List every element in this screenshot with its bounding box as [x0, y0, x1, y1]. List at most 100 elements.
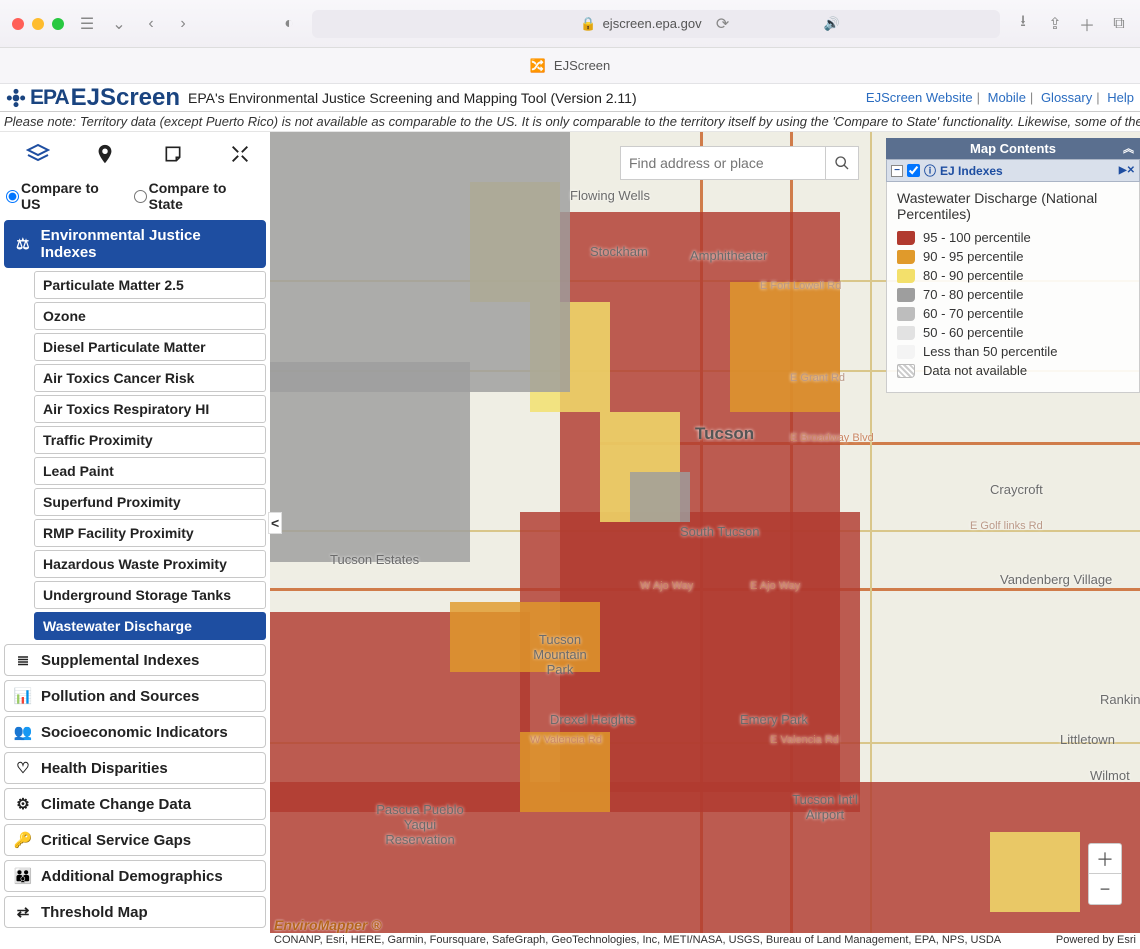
app-header: EPA EJScreen EPA's Environmental Justice… [0, 84, 1140, 112]
search-button[interactable] [825, 146, 859, 180]
group-icon: 👥 [13, 723, 33, 741]
window-controls[interactable] [12, 18, 64, 30]
ej-sub-traffic-proximity[interactable]: Traffic Proximity [34, 426, 266, 454]
legend-label: 50 - 60 percentile [923, 325, 1023, 340]
epa-logo: EPA [6, 86, 69, 110]
ej-sub-rmp-facility-proximity[interactable]: RMP Facility Proximity [34, 519, 266, 547]
legend-layer-row[interactable]: − ⓘ EJ Indexes ▶✕ [886, 159, 1140, 182]
ej-sub-superfund-proximity[interactable]: Superfund Proximity [34, 488, 266, 516]
map-contents-header[interactable]: Map Contents ︽ [886, 138, 1140, 159]
legend-row: Data not available [897, 363, 1129, 378]
legend-row: 50 - 60 percentile [897, 325, 1129, 340]
group-socioeconomic-indicators[interactable]: 👥Socioeconomic Indicators [4, 716, 266, 748]
group-additional-demographics[interactable]: 👪Additional Demographics [4, 860, 266, 892]
info-icon[interactable]: ⓘ [924, 162, 936, 179]
ej-sub-hazardous-waste-proximity[interactable]: Hazardous Waste Proximity [34, 550, 266, 578]
compare-state-radio[interactable]: Compare to State [134, 180, 264, 212]
legend-row: 90 - 95 percentile [897, 249, 1129, 264]
link-website[interactable]: EJScreen Website [866, 90, 973, 105]
group-threshold-map[interactable]: ⇄Threshold Map [4, 896, 266, 928]
legend-row: 60 - 70 percentile [897, 306, 1129, 321]
tools-icon[interactable] [225, 139, 255, 169]
ej-sub-air-toxics-respiratory-hi[interactable]: Air Toxics Respiratory HI [34, 395, 266, 423]
group-supplemental-indexes[interactable]: ≣Supplemental Indexes [4, 644, 266, 676]
new-tab-icon[interactable]: ＋ [1078, 15, 1096, 33]
sidebar-toggle-icon[interactable]: ☰ [78, 15, 96, 33]
sidebar-toolbar [4, 132, 274, 176]
map-canvas[interactable]: Tucson South Tucson Flowing Wells Stockh… [270, 132, 1140, 949]
map-search [620, 146, 859, 180]
url-text: ejscreen.epa.gov [603, 16, 702, 31]
group-icon: ♡ [13, 759, 33, 777]
legend-label: 90 - 95 percentile [923, 249, 1023, 264]
minimize-window-icon[interactable] [32, 18, 44, 30]
legend-label: 70 - 80 percentile [923, 287, 1023, 302]
search-input[interactable] [620, 146, 825, 180]
url-bar[interactable]: 🔒 ejscreen.epa.gov 🔊 ⟳ [312, 10, 1000, 38]
scales-icon: ⚖ [13, 235, 33, 253]
lock-icon: 🔒 [580, 16, 596, 32]
minus-icon[interactable]: − [891, 165, 903, 177]
legend-swatch [897, 269, 915, 283]
layers-icon[interactable] [23, 139, 53, 169]
chevron-down-icon[interactable]: ⌄ [110, 15, 128, 33]
tabs-icon[interactable]: ⧉ [1110, 15, 1128, 33]
legend-label: 95 - 100 percentile [923, 230, 1031, 245]
compare-selector: Compare to US Compare to State [4, 176, 266, 216]
group-icon: 🔑 [13, 831, 33, 849]
shield-icon[interactable]: ◐ [280, 15, 298, 33]
note-icon[interactable] [158, 139, 188, 169]
group-health-disparities[interactable]: ♡Health Disparities [4, 752, 266, 784]
legend-label: Less than 50 percentile [923, 344, 1057, 359]
zoom-control: ＋ − [1088, 843, 1122, 905]
maximize-window-icon[interactable] [52, 18, 64, 30]
ej-index-list: Particulate Matter 2.5 Ozone Diesel Partic… [34, 271, 266, 640]
group-icon: ⚙ [13, 795, 33, 813]
tab-favicon-icon: 🔀 [530, 58, 546, 74]
group-climate-change-data[interactable]: ⚙Climate Change Data [4, 788, 266, 820]
sidebar: Compare to US Compare to State ⚖ Environ… [0, 132, 270, 949]
close-window-icon[interactable] [12, 18, 24, 30]
legend-swatch [897, 326, 915, 340]
downloads-icon[interactable]: ⭳ [1014, 15, 1032, 33]
group-pollution-and-sources[interactable]: 📊Pollution and Sources [4, 680, 266, 712]
share-icon[interactable]: ⇪ [1046, 15, 1064, 33]
legend-swatch [897, 231, 915, 245]
legend-row: 80 - 90 percentile [897, 268, 1129, 283]
tab-title[interactable]: EJScreen [554, 58, 610, 73]
reload-icon[interactable]: ⟳ [714, 15, 732, 33]
collapse-up-icon[interactable]: ︽ [1123, 140, 1134, 156]
layer-checkbox[interactable] [907, 164, 920, 177]
ej-sub-ozone[interactable]: Ozone [34, 302, 266, 330]
legend-swatch [897, 288, 915, 302]
ej-sub-underground-storage-tanks[interactable]: Underground Storage Tanks [34, 581, 266, 609]
epa-flower-icon [6, 88, 26, 108]
zoom-in-button[interactable]: ＋ [1089, 844, 1121, 874]
browser-tab-bar: 🔀 EJScreen [0, 48, 1140, 84]
site-title: EJScreen [71, 84, 180, 112]
legend-row: Less than 50 percentile [897, 344, 1129, 359]
ej-sub-lead-paint[interactable]: Lead Paint [34, 457, 266, 485]
back-icon[interactable]: ‹ [142, 15, 160, 33]
ej-sub-particulate-matter-2-5[interactable]: Particulate Matter 2.5 [34, 271, 266, 299]
link-glossary[interactable]: Glossary [1041, 90, 1092, 105]
group-icon: 👪 [13, 867, 33, 885]
ej-sub-diesel-particulate-matter[interactable]: Diesel Particulate Matter [34, 333, 266, 361]
location-pin-icon[interactable] [90, 139, 120, 169]
ej-sub-air-toxics-cancer-risk[interactable]: Air Toxics Cancer Risk [34, 364, 266, 392]
legend-row: 70 - 80 percentile [897, 287, 1129, 302]
compare-us-radio[interactable]: Compare to US [6, 180, 122, 212]
legend-swatch [897, 307, 915, 321]
group-critical-service-gaps[interactable]: 🔑Critical Service Gaps [4, 824, 266, 856]
browser-toolbar: ☰ ⌄ ‹ › ◐ 🔒 ejscreen.epa.gov 🔊 ⟳ ⭳ ⇪ ＋ ⧉ [0, 0, 1140, 48]
header-links: EJScreen Website| Mobile| Glossary| Help [866, 90, 1134, 105]
legend-label: 60 - 70 percentile [923, 306, 1023, 321]
ej-sub-wastewater-discharge[interactable]: Wastewater Discharge [34, 612, 266, 640]
zoom-out-button[interactable]: − [1089, 874, 1121, 904]
link-mobile[interactable]: Mobile [988, 90, 1026, 105]
map-attribution: CONANP, Esri, HERE, Garmin, Foursquare, … [270, 933, 1140, 949]
forward-icon[interactable]: › [174, 15, 192, 33]
link-help[interactable]: Help [1107, 90, 1134, 105]
sidebar-collapse-handle[interactable]: < [268, 512, 282, 534]
group-ej-indexes[interactable]: ⚖ Environmental Justice Indexes [4, 220, 266, 268]
